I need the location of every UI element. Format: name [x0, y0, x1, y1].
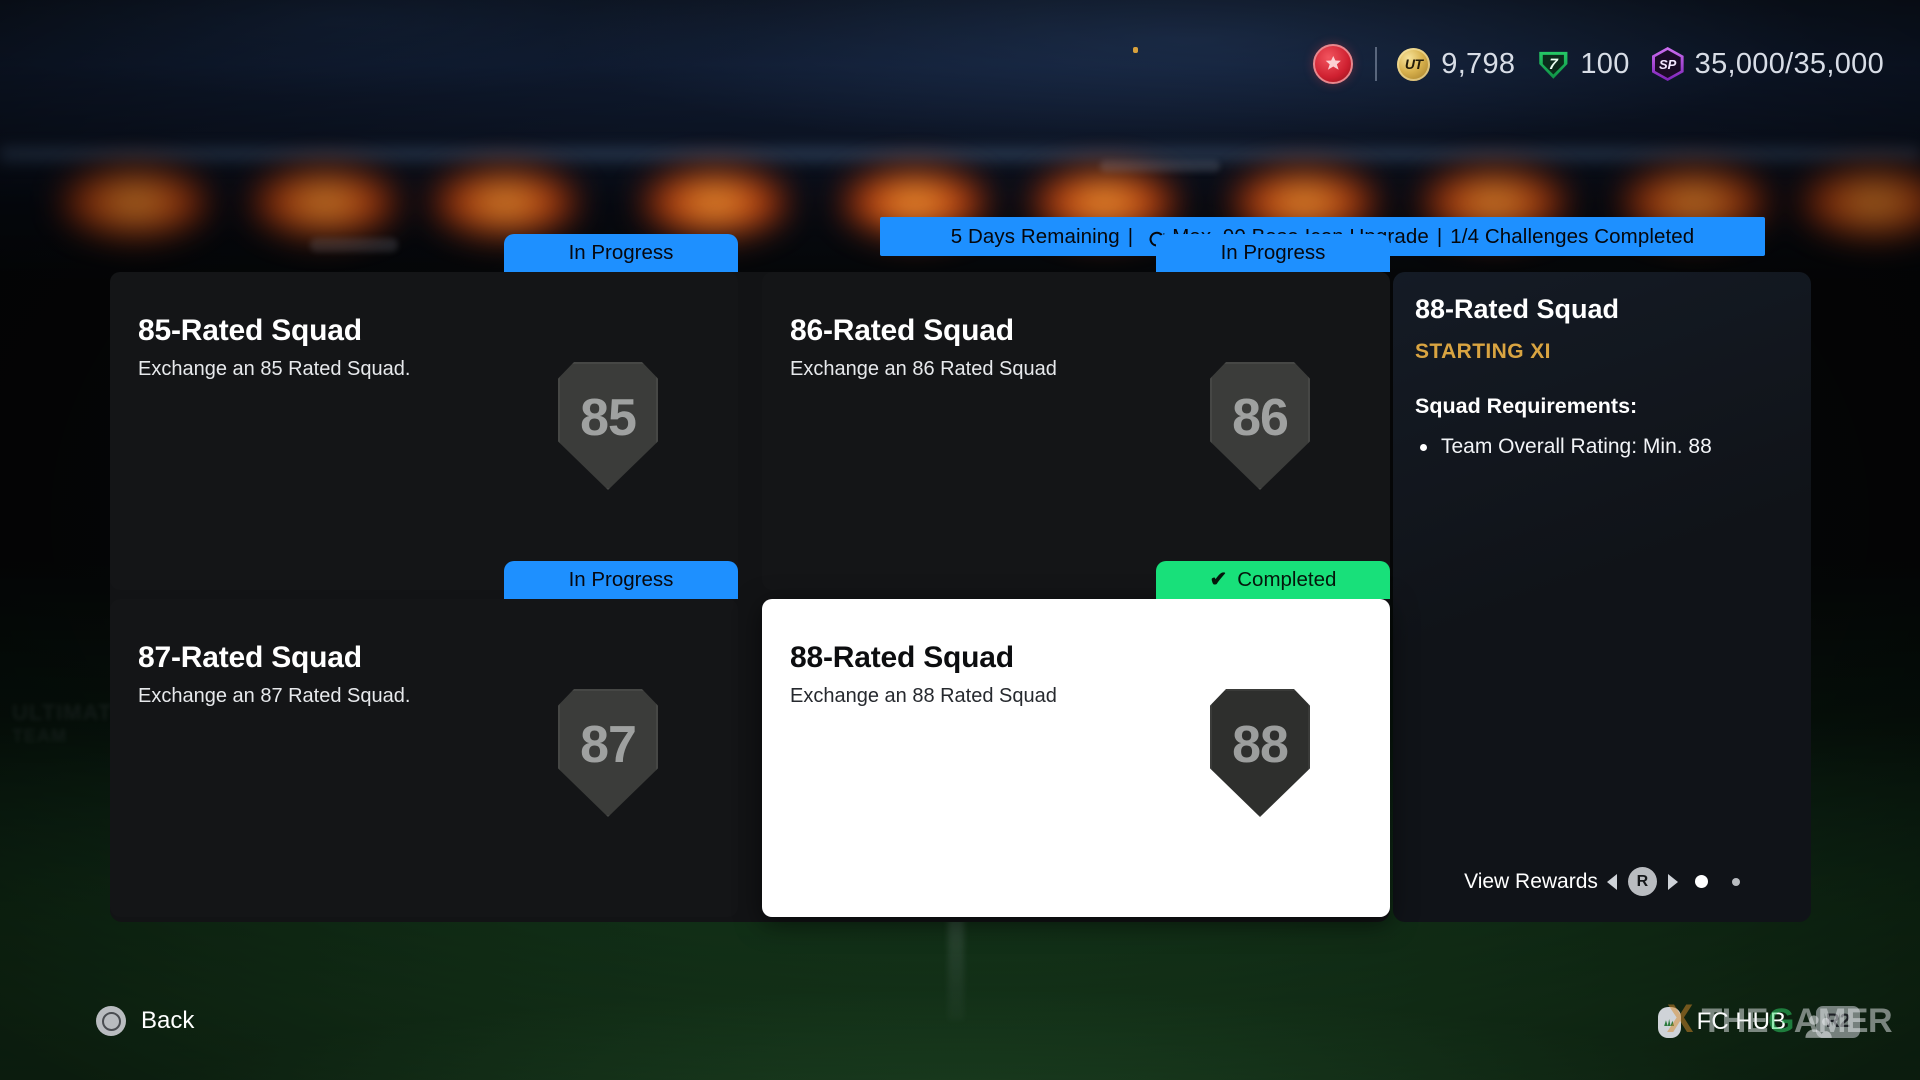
requirements-heading: Squad Requirements:	[1415, 394, 1638, 418]
currency-points: 7 100	[1537, 48, 1629, 81]
tile-description: Exchange an 85 Rated Squad.	[138, 358, 411, 380]
status-badge: ✔ Completed	[1156, 561, 1390, 599]
club-badge-accent	[1133, 47, 1138, 53]
rating-value: 87	[580, 716, 637, 774]
coins-value: 9,798	[1441, 47, 1516, 80]
game-screen: ULTIMATE TEAM A UT 9,798 7 100 SP 35,000…	[0, 0, 1920, 1080]
fc-hub-label[interactable]: FC HUB	[1697, 1008, 1786, 1036]
view-rewards-control[interactable]: View Rewards R	[1393, 867, 1811, 896]
tile-title: 85-Rated Squad	[138, 314, 362, 347]
club-crest-icon[interactable]	[1313, 44, 1354, 84]
view-rewards-label: View Rewards	[1464, 869, 1598, 893]
status-badge: In Progress	[1156, 234, 1390, 272]
requirements-list: Team Overall Rating: Min. 88	[1415, 430, 1795, 464]
season-points-value: 35,000/35,000	[1694, 47, 1884, 80]
touchpad-icon	[1657, 1006, 1681, 1038]
tile-title: 88-Rated Squad	[790, 641, 1014, 674]
chevron-right-icon[interactable]	[1667, 873, 1678, 890]
points-value: 100	[1580, 47, 1630, 80]
currency-hud: UT 9,798 7 100 SP 35,000/35,000	[1313, 42, 1884, 86]
rating-value: 85	[580, 389, 637, 447]
tile-description: Exchange an 88 Rated Squad	[790, 685, 1057, 707]
currency-coins: UT 9,798	[1397, 47, 1516, 81]
tile-description: Exchange an 86 Rated Squad	[790, 358, 1057, 380]
banner-divider-2: |	[1436, 224, 1443, 248]
rating-value: 88	[1232, 716, 1289, 774]
status-label: In Progress	[568, 568, 674, 591]
challenge-tile-86[interactable]: In Progress 86-Rated Squad Exchange an 8…	[762, 234, 1390, 590]
challenge-detail-panel: 88-Rated Squad STARTING XI Squad Require…	[1393, 272, 1811, 922]
banner-divider-1: |	[1127, 224, 1134, 248]
banner-days-remaining: 5 Days Remaining	[950, 224, 1120, 248]
circle-button-icon	[96, 1006, 126, 1036]
fc-points-icon: 7	[1537, 48, 1569, 80]
page-dot-inactive[interactable]	[1731, 877, 1740, 886]
currency-season-points: SP 35,000/35,000	[1651, 47, 1884, 81]
status-badge: In Progress	[504, 234, 738, 272]
check-icon: ✔	[1209, 567, 1228, 591]
detail-subtitle: STARTING XI	[1415, 340, 1551, 363]
status-label: In Progress	[1220, 241, 1326, 264]
ut-coin-label: UT	[1404, 56, 1423, 72]
ut-coin-icon: UT	[1397, 47, 1431, 81]
chevron-left-icon[interactable]	[1606, 873, 1617, 890]
challenge-tile-87[interactable]: In Progress 87-Rated Squad Exchange an 8…	[110, 561, 738, 917]
challenge-tile-85[interactable]: In Progress 85-Rated Squad Exchange an 8…	[110, 234, 738, 590]
tile-title: 87-Rated Squad	[138, 641, 362, 674]
status-label: Completed	[1237, 568, 1337, 591]
detail-panel-sheen	[1393, 272, 1811, 922]
challenge-tile-88[interactable]: ✔ Completed 88-Rated Squad Exchange an 8…	[762, 561, 1390, 917]
status-badge: In Progress	[504, 561, 738, 599]
tile-description: Exchange an 87 Rated Squad.	[138, 685, 411, 707]
season-points-label: SP	[1658, 56, 1677, 72]
r-button-icon[interactable]: R	[1627, 867, 1657, 896]
season-points-icon: SP	[1651, 47, 1684, 81]
tile-title: 86-Rated Squad	[790, 314, 1014, 347]
banner-progress: 1/4 Challenges Completed	[1450, 224, 1695, 248]
page-dot-active[interactable]	[1694, 875, 1708, 888]
requirement-item: Team Overall Rating: Min. 88	[1415, 430, 1795, 464]
hud-divider	[1375, 47, 1378, 81]
players-icon	[1805, 1015, 1832, 1038]
detail-title: 88-Rated Squad	[1415, 294, 1620, 324]
challenge-grid: In Progress 85-Rated Squad Exchange an 8…	[110, 234, 1390, 922]
back-label: Back	[141, 1007, 195, 1034]
back-control[interactable]: Back	[96, 1006, 194, 1036]
rating-value: 86	[1232, 389, 1289, 447]
status-label: In Progress	[568, 241, 674, 264]
